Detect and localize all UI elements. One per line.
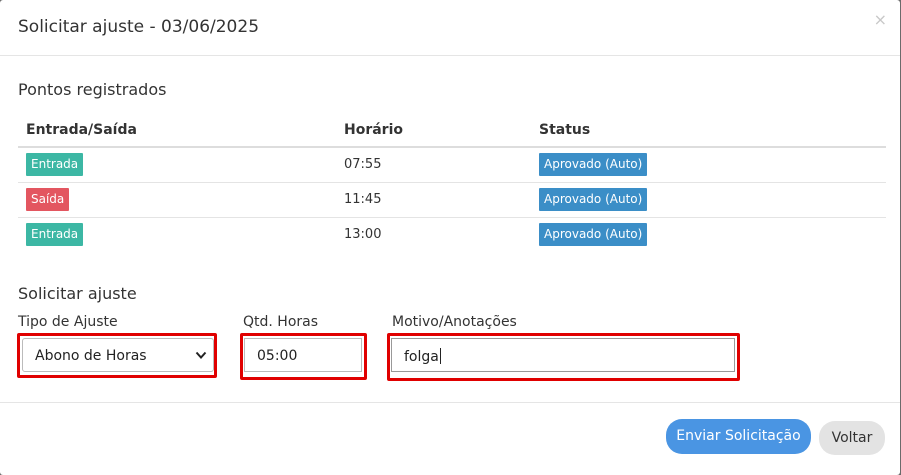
text-cursor xyxy=(439,348,441,364)
status-cell: Aprovado (Auto) xyxy=(531,182,886,218)
hours-value: 05:00 xyxy=(257,348,298,364)
status-badge: Aprovado (Auto) xyxy=(539,188,648,211)
chevron-down-icon xyxy=(195,351,207,359)
status-badge: Aprovado (Auto) xyxy=(539,153,648,177)
back-button[interactable]: Voltar xyxy=(819,421,885,455)
reason-input[interactable]: folga xyxy=(391,338,735,372)
table-header-row: Entrada/Saída Horário Status xyxy=(18,113,886,148)
exit-badge: Saída xyxy=(26,188,70,211)
close-icon[interactable]: × xyxy=(874,10,887,29)
table-row: Saída 11:45 Aprovado (Auto) xyxy=(18,182,886,218)
modal-header: Solicitar ajuste - 03/06/2025 × xyxy=(0,0,900,56)
adjust-type-select[interactable]: Abono de Horas xyxy=(22,338,214,372)
status-badge: Aprovado (Auto) xyxy=(539,223,648,247)
table-row: Entrada 07:55 Aprovado (Auto) xyxy=(18,147,886,183)
status-cell: Aprovado (Auto) xyxy=(531,147,886,183)
status-cell: Aprovado (Auto) xyxy=(531,217,886,252)
table-row: Entrada 13:00 Aprovado (Auto) xyxy=(18,217,886,252)
adjust-type-value: Abono de Horas xyxy=(35,348,147,364)
registered-points-table: Entrada/Saída Horário Status Entrada 07:… xyxy=(18,113,886,252)
entry-exit-cell: Entrada xyxy=(18,147,336,183)
modal-title: Solicitar ajuste - 03/06/2025 xyxy=(18,17,260,37)
entry-exit-cell: Entrada xyxy=(18,217,336,252)
time-cell: 11:45 xyxy=(336,182,531,218)
hours-label: Qtd. Horas xyxy=(243,314,319,330)
hours-input[interactable]: 05:00 xyxy=(244,338,362,372)
adjust-section-title: Solicitar ajuste xyxy=(18,284,137,303)
entry-exit-cell: Saída xyxy=(18,182,336,218)
adjust-request-modal: Solicitar ajuste - 03/06/2025 × Pontos r… xyxy=(0,0,900,475)
registered-points-title: Pontos registrados xyxy=(18,80,167,99)
reason-label: Motivo/Anotações xyxy=(392,314,517,330)
adjust-type-label: Tipo de Ajuste xyxy=(18,314,118,330)
column-header-status: Status xyxy=(531,113,886,148)
submit-request-button[interactable]: Enviar Solicitação xyxy=(666,419,811,454)
time-cell: 07:55 xyxy=(336,147,531,183)
time-cell: 13:00 xyxy=(344,227,382,243)
column-header-entry-exit: Entrada/Saída xyxy=(18,113,336,148)
modal-footer: Enviar Solicitação Voltar xyxy=(0,402,900,475)
entry-badge: Entrada xyxy=(26,153,84,177)
column-header-time: Horário xyxy=(336,113,531,148)
reason-value: folga xyxy=(404,349,439,365)
entry-badge: Entrada xyxy=(26,223,84,247)
